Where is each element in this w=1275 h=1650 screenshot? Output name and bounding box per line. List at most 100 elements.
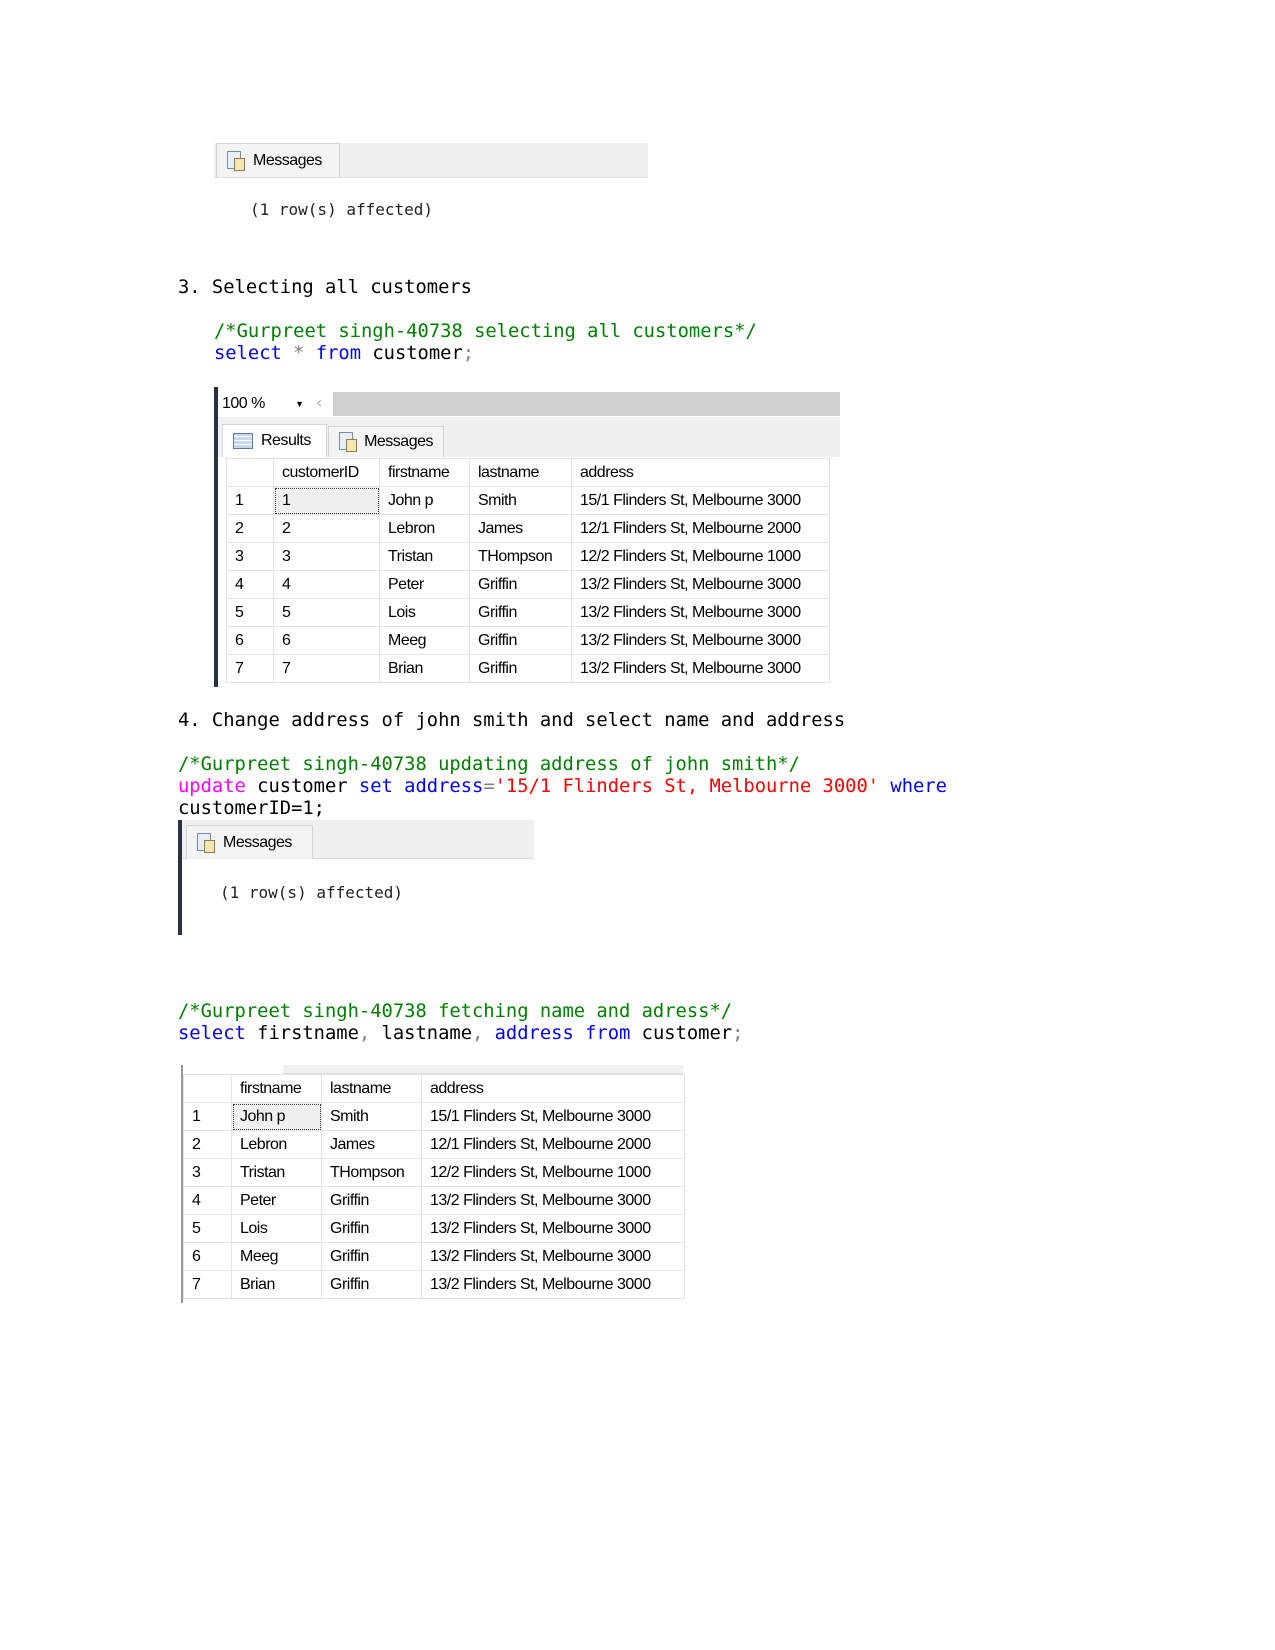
cell-address[interactable]: 12/2 Flinders St, Melbourne 1000 <box>421 1158 685 1187</box>
tab-results[interactable]: Results <box>222 424 327 457</box>
messages-icon <box>339 432 358 452</box>
table-row[interactable]: 7 7 Brian Griffin 13/2 Flinders St, Melbourn… <box>226 654 830 683</box>
column-header-address[interactable]: address <box>571 458 830 487</box>
sql-punct: , <box>472 1023 484 1044</box>
table-row[interactable]: 3 3 Tristan THompson 12/2 Flinders St, Melbo… <box>226 542 830 571</box>
grid-icon <box>233 433 253 449</box>
cell-firstname[interactable]: Meeg <box>231 1242 322 1271</box>
column-header-lastname[interactable]: lastname <box>469 458 572 487</box>
sql-keyword: update <box>178 776 246 797</box>
cell-address[interactable]: 13/2 Flinders St, Melbourne 3000 <box>421 1242 685 1271</box>
column-header-address[interactable]: address <box>421 1074 685 1103</box>
cell-lastname[interactable]: James <box>469 514 572 543</box>
horizontal-scrollbar[interactable] <box>333 392 840 416</box>
cell-customerid[interactable]: 5 <box>273 598 380 627</box>
cell-firstname[interactable]: Brian <box>231 1270 322 1299</box>
row-number: 1 <box>226 486 274 515</box>
cell-address[interactable]: 13/2 Flinders St, Melbourne 3000 <box>421 1270 685 1299</box>
table-row[interactable]: 3 Tristan THompson 12/2 Flinders St, Melbou… <box>183 1158 685 1187</box>
cell-customerid[interactable]: 2 <box>273 514 380 543</box>
cell-lastname[interactable]: Griffin <box>469 626 572 655</box>
table-row[interactable]: 2 Lebron James 12/1 Flinders St, Melbourne … <box>183 1130 685 1159</box>
cell-customerid[interactable]: 4 <box>273 570 380 599</box>
column-header-customerid[interactable]: customerID <box>273 458 380 487</box>
cell-firstname[interactable]: Meeg <box>379 626 470 655</box>
cell-address[interactable]: 12/2 Flinders St, Melbourne 1000 <box>571 542 830 571</box>
zoom-dropdown[interactable]: 100 % ▼ <box>222 392 310 416</box>
sql-identifier: firstname <box>245 1023 359 1044</box>
cell-customerid[interactable]: 1 <box>273 486 380 515</box>
cell-lastname[interactable]: Griffin <box>321 1270 422 1299</box>
cell-address[interactable]: 13/2 Flinders St, Melbourne 3000 <box>421 1186 685 1215</box>
cell-lastname[interactable]: Griffin <box>321 1242 422 1271</box>
cell-address[interactable]: 13/2 Flinders St, Melbourne 3000 <box>571 626 830 655</box>
table-row[interactable]: 6 6 Meeg Griffin 13/2 Flinders St, Melbourne… <box>226 626 830 655</box>
messages-tab[interactable]: Messages <box>186 825 313 859</box>
scroll-left-icon[interactable]: ‹ <box>316 393 322 412</box>
cell-lastname[interactable]: Smith <box>321 1102 422 1131</box>
row-number: 6 <box>183 1242 232 1271</box>
cell-lastname[interactable]: THompson <box>469 542 572 571</box>
column-header-firstname[interactable]: firstname <box>379 458 470 487</box>
cell-address[interactable]: 12/1 Flinders St, Melbourne 2000 <box>421 1130 685 1159</box>
cell-firstname[interactable]: Lois <box>231 1214 322 1243</box>
cell-address[interactable]: 12/1 Flinders St, Melbourne 2000 <box>571 514 830 543</box>
row-number: 7 <box>226 654 274 683</box>
table-row[interactable]: 4 Peter Griffin 13/2 Flinders St, Melbourne… <box>183 1186 685 1215</box>
cell-firstname[interactable]: Tristan <box>379 542 470 571</box>
cell-customerid[interactable]: 6 <box>273 626 380 655</box>
cell-firstname[interactable]: Lebron <box>379 514 470 543</box>
cell-lastname[interactable]: Smith <box>469 486 572 515</box>
cell-firstname[interactable]: Lois <box>379 598 470 627</box>
cell-firstname[interactable]: John p <box>231 1102 322 1131</box>
cell-address[interactable]: 13/2 Flinders St, Melbourne 3000 <box>571 654 830 683</box>
tab-messages[interactable]: Messages <box>328 426 444 457</box>
column-header-firstname[interactable]: firstname <box>231 1074 322 1103</box>
row-number: 5 <box>183 1214 232 1243</box>
table-row[interactable]: 2 2 Lebron James 12/1 Flinders St, Melbourne… <box>226 514 830 543</box>
cell-lastname[interactable]: James <box>321 1130 422 1159</box>
sql-keyword: from <box>585 1023 631 1044</box>
cell-lastname[interactable]: Griffin <box>321 1186 422 1215</box>
table-row[interactable]: 5 5 Lois Griffin 13/2 Flinders St, Melbourne… <box>226 598 830 627</box>
cell-address[interactable]: 13/2 Flinders St, Melbourne 3000 <box>421 1214 685 1243</box>
column-header-lastname[interactable]: lastname <box>321 1074 422 1103</box>
table-row[interactable]: 1 1 John p Smith 15/1 Flinders St, Melbourne… <box>226 486 830 515</box>
cell-firstname[interactable]: John p <box>379 486 470 515</box>
messages-tab[interactable]: Messages <box>216 143 340 177</box>
sql-keyword: select <box>178 1023 246 1044</box>
zoom-value: 100 % <box>222 395 265 412</box>
table-row[interactable]: 6 Meeg Griffin 13/2 Flinders St, Melbourne … <box>183 1242 685 1271</box>
messages-icon <box>227 150 245 171</box>
cell-lastname[interactable]: Griffin <box>469 654 572 683</box>
messages-tab-label: Messages <box>223 833 292 851</box>
cell-address[interactable]: 15/1 Flinders St, Melbourne 3000 <box>421 1102 685 1131</box>
sql-identifier: lastname <box>370 1023 472 1044</box>
sql-update-statement: update customer set address='15/1 Flinde… <box>178 776 947 798</box>
table-row[interactable]: 7 Brian Griffin 13/2 Flinders St, Melbourne… <box>183 1270 685 1299</box>
cell-address[interactable]: 13/2 Flinders St, Melbourne 3000 <box>571 598 830 627</box>
section-3-heading: 3. Selecting all customers <box>178 277 472 298</box>
cell-firstname[interactable]: Peter <box>379 570 470 599</box>
table-row[interactable]: 4 4 Peter Griffin 13/2 Flinders St, Melbourn… <box>226 570 830 599</box>
table-row[interactable]: 5 Lois Griffin 13/2 Flinders St, Melbourne … <box>183 1214 685 1243</box>
sql-identifier: customer <box>630 1023 733 1044</box>
cell-address[interactable]: 15/1 Flinders St, Melbourne 3000 <box>571 486 830 515</box>
table-row[interactable]: 1 John p Smith 15/1 Flinders St, Melbourne … <box>183 1102 685 1131</box>
cell-firstname[interactable]: Tristan <box>231 1158 322 1187</box>
cell-lastname[interactable]: Griffin <box>469 570 572 599</box>
cell-lastname[interactable]: Griffin <box>321 1214 422 1243</box>
cell-firstname[interactable]: Peter <box>231 1186 322 1215</box>
cell-firstname[interactable]: Lebron <box>231 1130 322 1159</box>
row-number: 6 <box>226 626 274 655</box>
cell-customerid[interactable]: 7 <box>273 654 380 683</box>
cell-lastname[interactable]: Griffin <box>469 598 572 627</box>
sql-punct: ; <box>462 343 475 364</box>
cell-firstname[interactable]: Brian <box>379 654 470 683</box>
cell-address[interactable]: 13/2 Flinders St, Melbourne 3000 <box>571 570 830 599</box>
cell-lastname[interactable]: THompson <box>321 1158 422 1187</box>
cell-customerid[interactable]: 3 <box>273 542 380 571</box>
